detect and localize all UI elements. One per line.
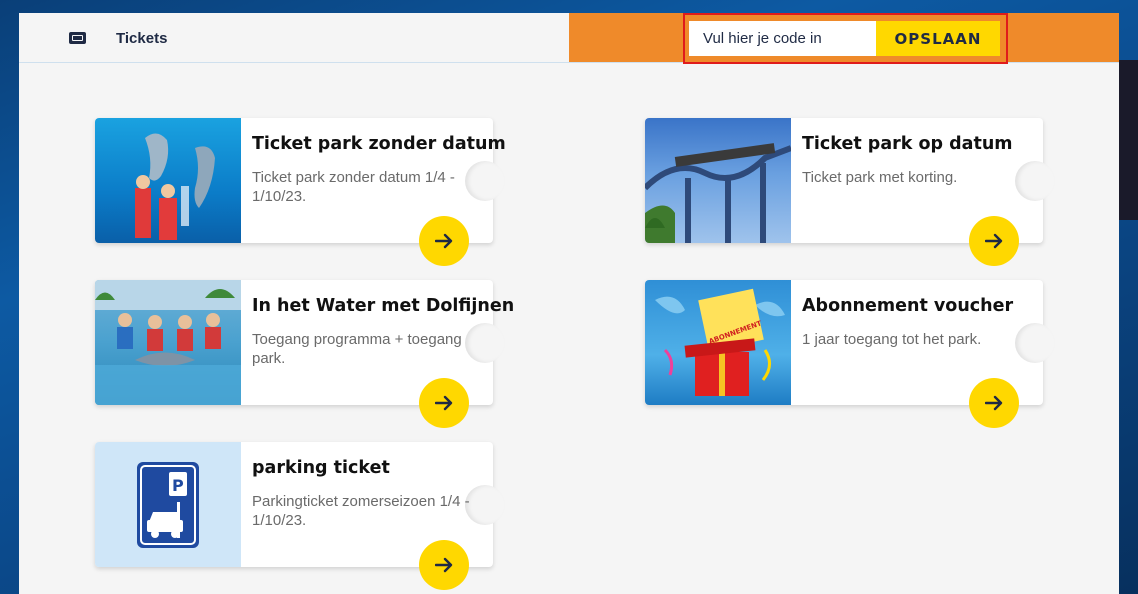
promo-code-input[interactable]	[689, 21, 876, 56]
card-description: Ticket park zonder datum 1/4 - 1/10/23.	[252, 169, 455, 205]
ticket-card[interactable]: Ticket park zonder datum Ticket park zon…	[95, 118, 506, 266]
card-go-button[interactable]	[969, 378, 1019, 428]
card-description: Toegang programma + toegang park.	[252, 331, 462, 367]
promo-code-highlight: OPSLAAN	[683, 13, 1008, 64]
card-go-button[interactable]	[419, 540, 469, 590]
card-title: Abonnement voucher	[802, 296, 1014, 316]
tab-tickets-label: Tickets	[116, 29, 168, 47]
arrow-right-icon	[435, 395, 453, 411]
tab-tickets[interactable]: Tickets	[69, 13, 167, 63]
save-code-button[interactable]: OPSLAAN	[876, 21, 1000, 56]
ticket-card[interactable]: In het Water met Dolfijnen Toegang progr…	[95, 280, 514, 428]
card-go-button[interactable]	[969, 216, 1019, 266]
ticket-icon	[69, 32, 86, 44]
card-title: Ticket park zonder datum	[252, 134, 506, 154]
card-title: In het Water met Dolfijnen	[252, 296, 515, 316]
ticket-card[interactable]: P parking ticket Parkingticket zomerseiz…	[95, 442, 505, 590]
tickets-panel: Tickets OPSLAAN Ticket park zonder datum…	[19, 13, 1119, 594]
card-description: Parkingticket zomerseizoen 1/4 - 1/10/23…	[252, 493, 470, 529]
arrow-right-icon	[985, 233, 1003, 249]
top-bar: Tickets OPSLAAN	[19, 13, 1119, 64]
card-title: parking ticket	[252, 458, 390, 478]
arrow-right-icon	[435, 233, 453, 249]
card-go-button[interactable]	[419, 216, 469, 266]
arrow-right-icon	[435, 557, 453, 573]
card-description: Ticket park met korting.	[802, 169, 958, 186]
voucher-gift-image: ABONNEMENT	[645, 280, 791, 405]
dolphin-show-image	[95, 118, 241, 243]
promo-code-area: OPSLAAN	[569, 13, 1119, 64]
rollercoaster-image	[645, 118, 791, 243]
parking-sign-image: P	[95, 442, 241, 567]
card-go-button[interactable]	[419, 378, 469, 428]
card-title: Ticket park op datum	[802, 134, 1013, 154]
svg-text:P: P	[172, 476, 184, 495]
swim-with-dolphins-image	[95, 280, 241, 405]
card-description: 1 jaar toegang tot het park.	[802, 331, 982, 348]
ticket-card[interactable]: ABONNEMENT Abonnement voucher 1 jaar toe…	[645, 280, 1055, 428]
background-right-edge	[1118, 60, 1138, 220]
arrow-right-icon	[985, 395, 1003, 411]
ticket-card[interactable]: Ticket park op datum Ticket park met kor…	[645, 118, 1055, 266]
